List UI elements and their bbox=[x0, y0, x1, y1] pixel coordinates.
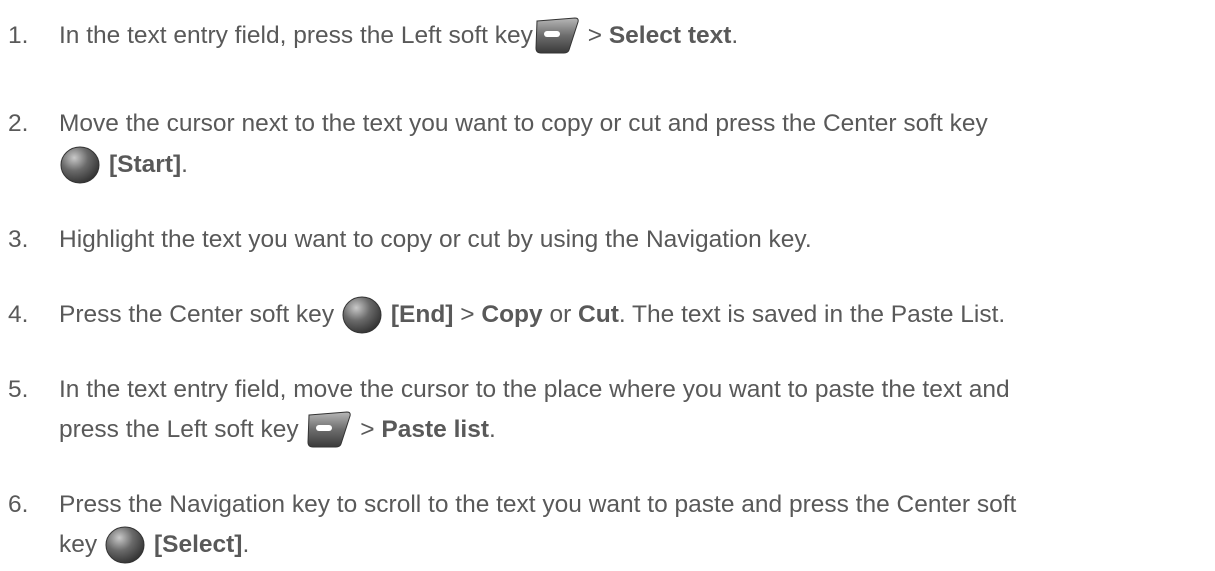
step-text: . bbox=[489, 416, 496, 443]
step-bold-text: Paste list bbox=[381, 416, 489, 443]
step-number: 6. bbox=[8, 491, 29, 518]
step-1-text: In the text entry field, press the Left … bbox=[59, 17, 739, 55]
step-text: > bbox=[453, 301, 482, 328]
step-text: press the Left soft key bbox=[59, 416, 306, 443]
step-text: Press the Navigation key to scroll to th… bbox=[59, 491, 1017, 518]
step-4-text: Press the Center soft key [End] > Copy o… bbox=[59, 295, 1006, 335]
step-text: Press the Center soft key bbox=[59, 301, 341, 328]
step-bold-text: Copy bbox=[481, 301, 543, 328]
step-number: 3. bbox=[8, 226, 29, 253]
step-6-line-2: key [Select] . bbox=[59, 525, 250, 565]
step-bold-text: Select text bbox=[608, 22, 732, 49]
step-text: . The text is saved in the Paste List. bbox=[618, 301, 1006, 328]
step-text: > bbox=[580, 22, 609, 49]
step-number: 1. bbox=[8, 22, 29, 49]
step-3-text: Highlight the text you want to copy or c… bbox=[59, 222, 812, 258]
step-number: 4. bbox=[8, 301, 29, 328]
step-bold-text: Cut bbox=[578, 301, 619, 328]
step-bold-text: [Select] bbox=[153, 531, 243, 558]
instruction-steps: 1. In the text entry field, press the Le… bbox=[0, 0, 1215, 571]
step-text: Move the cursor next to the text you wan… bbox=[59, 110, 988, 137]
step-bold-text: [End] bbox=[390, 301, 454, 328]
center-soft-key-icon bbox=[341, 295, 383, 335]
step-text: . bbox=[731, 22, 739, 49]
step-6-line-1: Press the Navigation key to scroll to th… bbox=[59, 487, 1016, 523]
step-5-line-1: In the text entry field, move the cursor… bbox=[59, 372, 1010, 408]
step-text: > bbox=[353, 416, 382, 443]
step-text: . bbox=[181, 151, 188, 178]
left-soft-key-icon bbox=[305, 411, 353, 449]
step-text: . bbox=[242, 531, 250, 558]
step-text: key bbox=[59, 531, 104, 558]
step-bold-text: [Start] bbox=[109, 151, 182, 178]
step-number: 2. bbox=[8, 110, 29, 137]
step-2-line-2: [Start] . bbox=[59, 145, 188, 185]
step-5-line-2: press the Left soft key > Paste list . bbox=[59, 411, 496, 449]
step-2-line-1: Move the cursor next to the text you wan… bbox=[59, 106, 988, 142]
step-text: or bbox=[542, 301, 579, 328]
step-text: Highlight the text you want to copy or c… bbox=[59, 226, 812, 253]
step-text: In the text entry field, press the Left … bbox=[59, 22, 533, 49]
left-soft-key-icon bbox=[533, 17, 581, 55]
center-soft-key-icon bbox=[104, 525, 146, 565]
step-number: 5. bbox=[8, 376, 29, 403]
step-text: In the text entry field, move the cursor… bbox=[59, 376, 1010, 403]
center-soft-key-icon bbox=[59, 145, 101, 185]
